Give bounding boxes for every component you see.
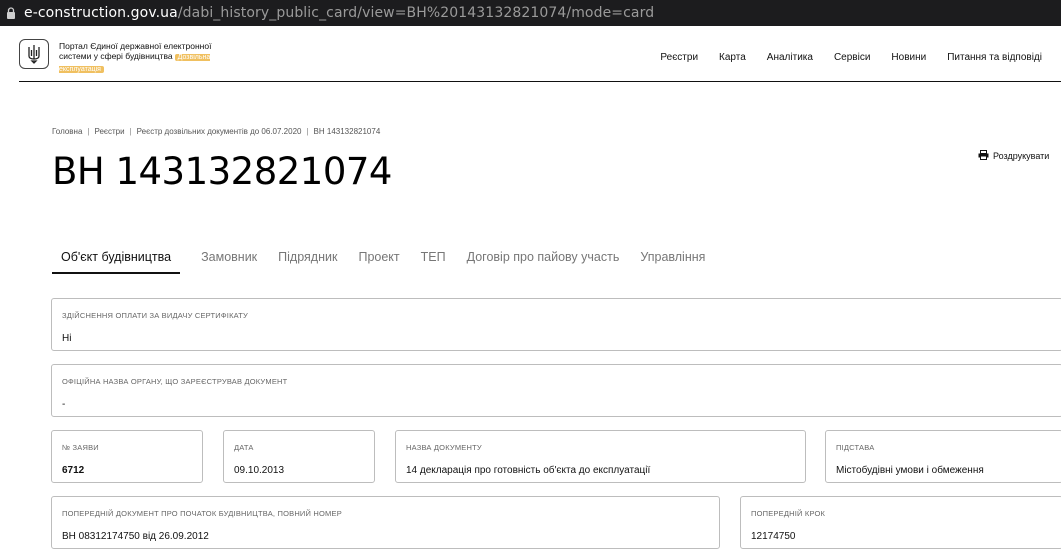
nav-registers[interactable]: Реєстри: [660, 52, 698, 63]
field-value: Містобудівні умови і обмеження: [836, 465, 984, 476]
field-label: Назва документу: [406, 443, 482, 452]
trident-logo-icon[interactable]: [19, 39, 49, 69]
print-label: Роздрукувати: [993, 151, 1050, 161]
field-basis: Підстава Містобудівні умови і обмеження: [825, 430, 1061, 483]
field-value: Ні: [62, 333, 72, 344]
site-brand[interactable]: Портал Єдиної державної електронної сист…: [59, 41, 219, 75]
tab-contractor[interactable]: Підрядник: [278, 250, 337, 274]
field-value: 09.10.2013: [234, 465, 285, 476]
nav-map[interactable]: Карта: [719, 52, 746, 63]
breadcrumb-separator: |: [129, 127, 132, 136]
field-value: -: [62, 399, 66, 410]
field-value: ВН 08312174750 від 26.09.2012: [62, 531, 209, 542]
field-payment: Здійснення оплати за видачу сертифікату …: [51, 298, 1061, 351]
breadcrumb-home[interactable]: Головна: [52, 127, 82, 136]
field-authority: Офіційна назва органу, що зареєстрував д…: [51, 364, 1061, 417]
header-divider: [19, 81, 1061, 82]
field-date: Дата 09.10.2013: [223, 430, 375, 483]
breadcrumb-separator: |: [87, 127, 90, 136]
tab-project[interactable]: Проект: [358, 250, 399, 274]
nav-faq[interactable]: Питання та відповіді: [947, 52, 1042, 63]
field-previous-step: Попередній крок 12174750: [740, 496, 1061, 549]
main-nav: Реєстри Карта Аналітика Сервіси Новини П…: [639, 52, 1042, 63]
tab-customer[interactable]: Замовник: [201, 250, 257, 274]
nav-news[interactable]: Новини: [891, 52, 926, 63]
field-document-name: Назва документу 14 декларація про готовн…: [395, 430, 806, 483]
field-value: 6712: [62, 465, 85, 476]
breadcrumb-current: ВН 143132821074: [313, 127, 381, 136]
field-previous-document: Попередній документ про початок будівниц…: [51, 496, 720, 549]
url-domain: e-construction.gov.ua: [24, 5, 178, 21]
field-label: Підстава: [836, 443, 875, 452]
breadcrumb-separator: |: [306, 127, 309, 136]
breadcrumb-registers[interactable]: Реєстри: [94, 127, 124, 136]
breadcrumb-registry[interactable]: Реєстр дозвільних документів до 06.07.20…: [137, 127, 302, 136]
field-value: 12174750: [751, 531, 796, 542]
field-label: Офіційна назва органу, що зареєстрував д…: [62, 377, 288, 386]
page-title: ВН 143132821074: [52, 150, 392, 193]
field-label: Попередній документ про початок будівниц…: [62, 509, 342, 518]
print-button[interactable]: Роздрукувати: [978, 150, 1049, 162]
tab-bar: Об'єкт будівництва Замовник Підрядник Пр…: [52, 250, 726, 274]
field-value: 14 декларація про готовність об'єкта до …: [406, 465, 651, 476]
nav-services[interactable]: Сервіси: [834, 52, 870, 63]
nav-analytics[interactable]: Аналітика: [767, 52, 813, 63]
tab-construction-object[interactable]: Об'єкт будівництва: [52, 250, 181, 274]
browser-address-bar[interactable]: e-construction.gov.ua/dabi_history_publi…: [0, 0, 1061, 26]
field-label: Дата: [234, 443, 254, 452]
tab-tep[interactable]: ТЕП: [421, 250, 446, 274]
url-path: /dabi_history_public_card/view=ВН%201431…: [177, 5, 655, 21]
field-label: Попередній крок: [751, 509, 826, 518]
url-text[interactable]: e-construction.gov.ua/dabi_history_publi…: [24, 5, 654, 21]
lock-icon: [6, 7, 16, 19]
field-application-number: № заяви 6712: [51, 430, 203, 483]
breadcrumb: Головна | Реєстри | Реєстр дозвільних докуме…: [52, 127, 380, 136]
field-label: № заяви: [62, 443, 99, 452]
printer-icon: [978, 150, 989, 162]
tab-share-agreement[interactable]: Договір про пайову участь: [467, 250, 620, 274]
site-header: Портал Єдиної державної електронної сист…: [0, 26, 1061, 82]
tab-management[interactable]: Управління: [640, 250, 705, 274]
field-label: Здійснення оплати за видачу сертифікату: [62, 311, 248, 320]
